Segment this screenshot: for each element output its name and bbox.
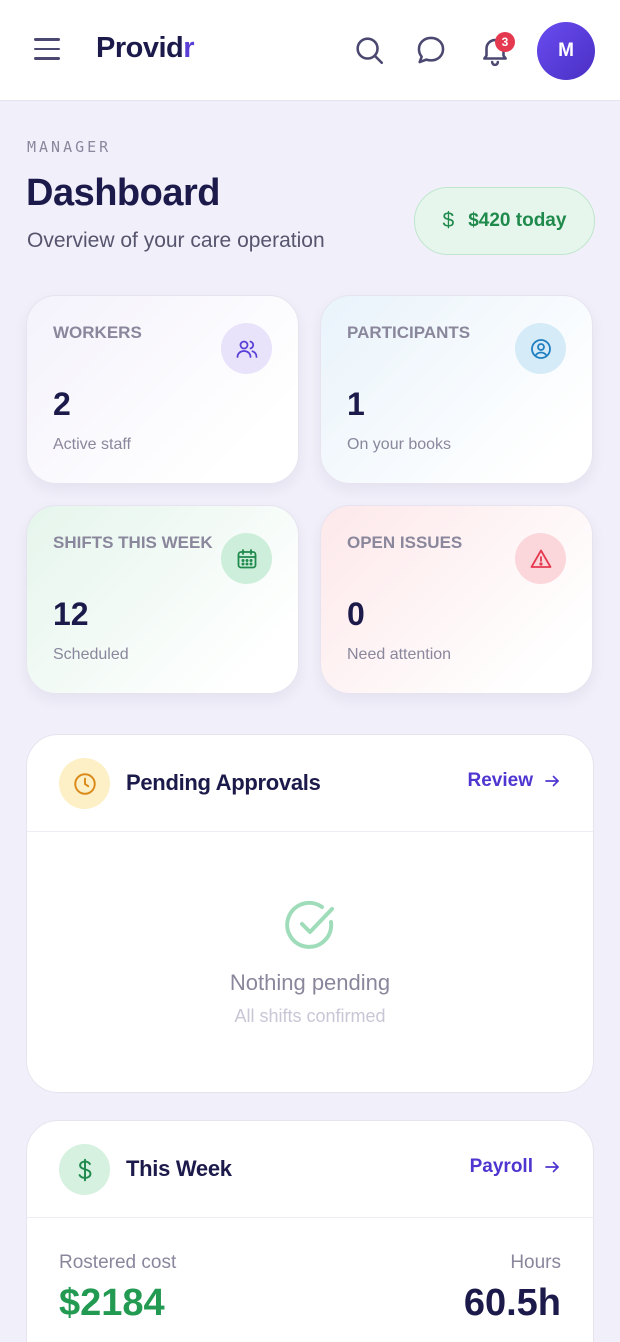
app-logo[interactable]: Providr (96, 32, 195, 65)
hours-label: Hours (510, 1252, 561, 1273)
stat-value: 12 (53, 596, 89, 632)
stat-label: SHIFTS THIS WEEK (53, 533, 213, 552)
this-week-panel: This Week Payroll Rostered cost Hours $2… (26, 1120, 594, 1342)
panel-title: Pending Approvals (126, 770, 321, 795)
today-amount: $420 today (468, 210, 567, 231)
stat-value: 2 (53, 386, 71, 422)
search-icon[interactable] (352, 33, 386, 67)
hours-value: 60.5h (463, 1282, 561, 1324)
top-bar: Providr 3 M (0, 0, 620, 101)
stat-label: WORKERS (53, 323, 142, 342)
role-label: MANAGER (27, 138, 112, 156)
stat-subtext: Scheduled (53, 646, 129, 663)
shifts-card[interactable]: SHIFTS THIS WEEK 12 Scheduled (26, 505, 299, 694)
stat-label: PARTICIPANTS (347, 323, 471, 342)
users-icon (221, 323, 272, 374)
rostered-cost-label: Rostered cost (59, 1252, 177, 1273)
menu-icon[interactable] (34, 38, 62, 64)
page-subtitle: Overview of your care operation (27, 229, 325, 252)
empty-state-subtitle: All shifts confirmed (234, 1006, 386, 1026)
stat-label: OPEN ISSUES (347, 533, 463, 552)
panel-header: This Week Payroll (27, 1121, 593, 1218)
stat-subtext: Active staff (53, 436, 131, 453)
rostered-cost-value: $2184 (59, 1282, 165, 1324)
arrow-right-icon (545, 775, 559, 787)
stat-subtext: Need attention (347, 646, 452, 663)
clock-icon (59, 758, 110, 809)
payroll-link[interactable]: Payroll (470, 1156, 561, 1178)
chat-icon[interactable] (414, 33, 448, 67)
panel-header: Pending Approvals Review (27, 735, 593, 832)
panel-title: This Week (126, 1156, 232, 1181)
user-avatar[interactable]: M (537, 22, 595, 80)
today-earnings-pill[interactable]: $ $420 today (414, 187, 595, 255)
stat-subtext: On your books (347, 436, 452, 453)
stat-value: 0 (347, 596, 365, 632)
issues-card[interactable]: OPEN ISSUES 0 Need attention (320, 505, 593, 694)
stat-value: 1 (347, 386, 365, 422)
user-circle-icon (515, 323, 566, 374)
warning-icon (515, 533, 566, 584)
calendar-icon (221, 533, 272, 584)
dollar-icon (59, 1144, 110, 1195)
pending-approvals-panel: Pending Approvals Review Nothing pending… (26, 734, 594, 1093)
arrow-right-icon (545, 1161, 559, 1173)
dollar-icon: $ (442, 209, 455, 232)
notification-count-badge: 3 (495, 32, 515, 52)
empty-state-title: Nothing pending (229, 970, 391, 995)
workers-card[interactable]: WORKERS 2 Active staff (26, 295, 299, 484)
review-link[interactable]: Review (468, 770, 561, 792)
participants-card[interactable]: PARTICIPANTS 1 On your books (320, 295, 593, 484)
check-circle-icon (285, 900, 334, 949)
page-title: Dashboard (26, 172, 220, 214)
